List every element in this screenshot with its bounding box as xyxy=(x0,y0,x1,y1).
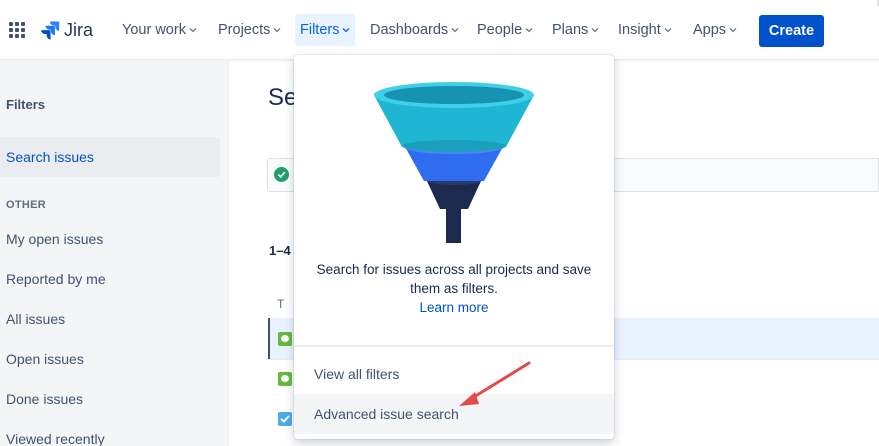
nav-insight[interactable]: Insight xyxy=(613,14,677,46)
filters-dropdown: Search for issues across all projects an… xyxy=(294,55,614,439)
jira-logo[interactable]: Jira xyxy=(40,19,93,41)
page-title: Se xyxy=(268,84,298,111)
nav-label: Plans xyxy=(552,22,589,38)
apps-grid-icon[interactable] xyxy=(9,22,25,38)
nav-label: People xyxy=(477,22,523,38)
chevron-down-icon xyxy=(664,28,672,33)
funnel-illustration xyxy=(374,82,534,243)
learn-more-link[interactable]: Learn more xyxy=(294,300,614,315)
sidebar-item-open-issues[interactable]: Open issues xyxy=(0,339,220,379)
view-all-filters-item[interactable]: View all filters xyxy=(294,354,614,394)
chevron-down-icon xyxy=(729,28,737,33)
nav-projects[interactable]: Projects xyxy=(213,14,286,46)
nav-label: Projects xyxy=(218,22,271,38)
nav-label: Insight xyxy=(618,22,661,38)
chevron-down-icon xyxy=(591,28,599,33)
column-header-type[interactable]: T xyxy=(277,297,284,311)
results-count: 1–4 xyxy=(269,243,291,258)
story-icon xyxy=(278,332,292,346)
chevron-down-icon xyxy=(343,28,350,33)
brand-name: Jira xyxy=(64,19,94,40)
nav-filters[interactable]: Filters xyxy=(295,14,356,46)
sidebar-item-done-issues[interactable]: Done issues xyxy=(0,379,220,419)
nav-plans[interactable]: Plans xyxy=(547,14,604,46)
check-circle-icon xyxy=(274,167,289,182)
sidebar-item-my-open-issues[interactable]: My open issues xyxy=(0,219,220,259)
create-button[interactable]: Create xyxy=(759,15,824,47)
nav-apps[interactable]: Apps xyxy=(688,14,742,46)
nav-label: Filters xyxy=(300,22,340,38)
chevron-down-icon xyxy=(273,28,281,33)
jira-logo-icon xyxy=(41,21,60,40)
dropdown-divider xyxy=(294,345,614,347)
sidebar-title: Filters xyxy=(6,97,46,112)
chevron-down-icon xyxy=(525,28,533,33)
nav-label: Apps xyxy=(693,22,727,38)
chevron-down-icon xyxy=(189,28,197,33)
advanced-issue-search-item[interactable]: Advanced issue search xyxy=(294,394,614,434)
top-navigation: Jira Your work Projects Filters Dashboar… xyxy=(0,0,879,60)
sidebar-section-label: OTHER xyxy=(6,199,46,211)
nav-your-work[interactable]: Your work xyxy=(117,14,202,46)
task-icon xyxy=(278,412,292,426)
nav-label: Your work xyxy=(122,22,186,38)
sidebar-item-reported-by-me[interactable]: Reported by me xyxy=(0,259,220,299)
nav-people[interactable]: People xyxy=(472,14,538,46)
sidebar-item-search-issues[interactable]: Search issues xyxy=(0,137,220,177)
sidebar-item-all-issues[interactable]: All issues xyxy=(0,299,220,339)
nav-dashboards[interactable]: Dashboards xyxy=(365,14,464,46)
filters-sidebar: Filters Search issues OTHER My open issu… xyxy=(0,61,229,446)
sidebar-item-viewed-recently[interactable]: Viewed recently xyxy=(0,419,220,446)
story-icon xyxy=(278,372,292,386)
chevron-down-icon xyxy=(451,28,459,33)
nav-label: Dashboards xyxy=(370,22,449,38)
dropdown-description: Search for issues across all projects an… xyxy=(316,262,592,296)
